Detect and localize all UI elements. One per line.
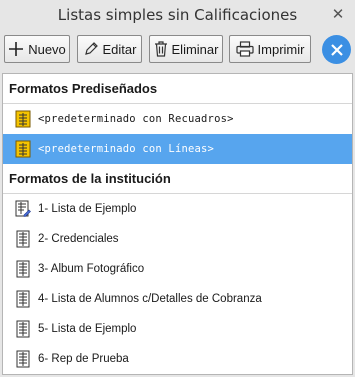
editar-button[interactable]: Editar	[77, 35, 142, 63]
list-item-label: 6- Rep de Prueba	[38, 353, 129, 365]
editar-label: Editar	[102, 41, 137, 57]
imprimir-label: Imprimir	[257, 41, 305, 57]
pencil-icon	[83, 41, 99, 57]
close-circle-button[interactable]	[322, 35, 351, 64]
list-item-predefined-lineas[interactable]: <predeterminado con Líneas>	[3, 134, 352, 164]
list-item-label: <predeterminado con Recuadros>	[38, 113, 234, 125]
list-item-format-2[interactable]: 2- Credenciales	[3, 224, 352, 254]
list-item-format-6[interactable]: 6- Rep de Prueba	[3, 344, 352, 374]
section-header-predisenados: Formatos Prediseñados	[3, 74, 352, 104]
list-document-icon	[14, 260, 32, 278]
plus-icon	[8, 41, 24, 57]
list-edit-icon	[14, 200, 32, 218]
list-item-label: 3- Album Fotográfico	[38, 263, 145, 275]
trash-icon	[154, 41, 168, 57]
list-document-icon	[14, 320, 32, 338]
list-item-label: 2- Credenciales	[38, 233, 119, 245]
imprimir-button[interactable]: Imprimir	[229, 35, 311, 63]
eliminar-label: Eliminar	[171, 41, 219, 57]
formats-list: Formatos Prediseñados <predeterminado co…	[2, 73, 353, 375]
toolbar: Nuevo Editar Eliminar Imprimir	[0, 32, 355, 68]
list-item-format-4[interactable]: 4- Lista de Alumnos c/Detalles de Cobran…	[3, 284, 352, 314]
list-item-format-3[interactable]: 3- Album Fotográfico	[3, 254, 352, 284]
list-item-label: 5- Lista de Ejemplo	[38, 323, 137, 335]
list-item-format-1[interactable]: 1- Lista de Ejemplo	[3, 194, 352, 224]
close-icon[interactable]: ✕	[329, 5, 347, 23]
section-header-institucion: Formatos de la institución	[3, 164, 352, 194]
list-document-icon	[14, 110, 32, 128]
nuevo-button[interactable]: Nuevo	[4, 35, 70, 63]
nuevo-label: Nuevo	[28, 41, 66, 57]
list-item-label: 4- Lista de Alumnos c/Detalles de Cobran…	[38, 293, 262, 305]
window-title: Listas simples sin Calificaciones	[57, 6, 298, 24]
list-item-predefined-recuadros[interactable]: <predeterminado con Recuadros>	[3, 104, 352, 134]
list-document-icon	[14, 230, 32, 248]
list-item-format-5[interactable]: 5- Lista de Ejemplo	[3, 314, 352, 344]
list-item-label: 1- Lista de Ejemplo	[38, 203, 137, 215]
list-document-icon	[14, 140, 32, 158]
list-item-label: <predeterminado con Líneas>	[38, 143, 215, 155]
close-circle-icon	[330, 43, 343, 56]
title-bar: Listas simples sin Calificaciones ✕	[0, 0, 355, 30]
list-document-icon	[14, 350, 32, 368]
printer-icon	[235, 41, 254, 57]
list-document-icon	[14, 290, 32, 308]
eliminar-button[interactable]: Eliminar	[149, 35, 223, 63]
